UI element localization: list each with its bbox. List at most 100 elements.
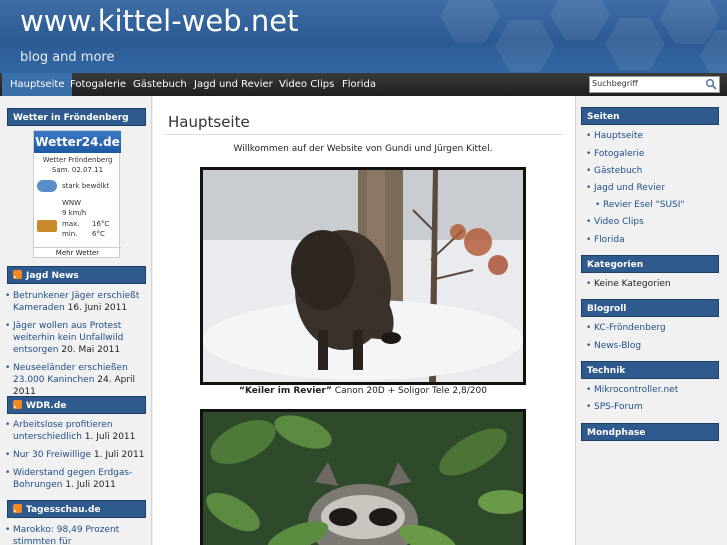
search-icon[interactable]	[705, 78, 717, 90]
weather-min-value: 6°C	[92, 230, 105, 238]
sidebar-link[interactable]: Video Clips	[594, 217, 644, 227]
page-title: Hauptseite	[168, 113, 250, 131]
site-tagline: blog and more	[20, 50, 115, 65]
right-sidebar	[575, 96, 727, 545]
blogroll-link[interactable]: KC-Fröndenberg	[594, 323, 666, 333]
list-item: • News-Blog	[586, 340, 641, 352]
sidebar-link[interactable]: Hauptseite	[594, 131, 643, 141]
cloud-icon	[37, 180, 57, 192]
bullet: •	[5, 363, 11, 373]
sidebar-item-gaestebuch: • Gästebuch	[586, 165, 642, 177]
sidebar-link[interactable]: Fotogalerie	[594, 149, 644, 159]
list-item: • Keine Kategorien	[586, 278, 671, 290]
nav-item-gaestebuch[interactable]: Gästebuch	[125, 73, 195, 96]
news-date: 1. Juli 2011	[84, 432, 136, 442]
list-item: • SPS-Forum	[586, 401, 643, 413]
sidebar-item-fotogalerie: • Fotogalerie	[586, 148, 644, 160]
news-link[interactable]: Nur 30 Freiwillige	[13, 450, 91, 460]
tagesschau-title-text: Tagesschau.de	[26, 505, 101, 515]
weather-wind: WNW	[62, 199, 82, 207]
sidebar-item-florida: • Florida	[586, 234, 625, 246]
list-item: •Marokko: 98,49 Prozent stimmten für Ver…	[5, 524, 145, 545]
blogroll-link[interactable]: News-Blog	[594, 341, 641, 351]
news-date: 1. Juli 2011	[65, 480, 116, 490]
news-date: 16. Juni 2011	[67, 303, 128, 313]
bullet: •	[586, 131, 592, 141]
nav-item-jagd-und-revier[interactable]: Jagd und Revier	[186, 73, 281, 96]
weather-wind-speed: 9 km/h	[62, 209, 87, 217]
sidebar-link[interactable]: Gästebuch	[594, 166, 642, 176]
rss-icon[interactable]	[13, 504, 22, 513]
blogroll-title: Blogroll	[581, 299, 719, 317]
bullet: •	[5, 468, 11, 478]
technik-title: Technik	[581, 361, 719, 379]
photo-raccoon-image	[203, 412, 523, 545]
bullet: •	[586, 385, 592, 395]
weather-box-title: Wetter in Fröndenberg	[7, 108, 146, 126]
bullet: •	[5, 321, 11, 331]
bullet: •	[586, 279, 592, 289]
weather-place: Wetter Fröndenberg	[42, 156, 113, 164]
photo-keiler[interactable]	[200, 167, 526, 385]
sidebar-item-revier-esel: • Revier Esel "SUSI"	[595, 199, 685, 211]
header-decoration	[440, 0, 500, 42]
bullet: •	[586, 166, 592, 176]
title-divider	[163, 134, 563, 135]
technik-link[interactable]: SPS-Forum	[594, 402, 643, 412]
photo-raccoon[interactable]	[200, 409, 526, 545]
header-decoration	[495, 20, 555, 72]
photo-keiler-image	[203, 170, 523, 382]
tagesschau-title: Tagesschau.de	[7, 500, 146, 518]
bullet: •	[5, 291, 11, 301]
weather-brand[interactable]: Wetter24.de	[34, 131, 121, 153]
list-item: • Nur 30 Freiwillige 1. Juli 2011	[5, 449, 145, 461]
weather-min-label: min.	[62, 230, 78, 238]
bullet: •	[586, 235, 592, 245]
site-title[interactable]: www.kittel-web.net	[20, 4, 298, 38]
jagd-news-title-text: Jagd News	[26, 271, 79, 281]
list-item: • Betrunkener Jäger erschießt Kameraden 1…	[5, 290, 145, 314]
list-item: • Mikrocontroller.net	[586, 384, 678, 396]
list-item: • Arbeitslose profitieren unterschiedlich…	[5, 419, 145, 443]
bullet: •	[586, 183, 592, 193]
site-header: www.kittel-web.net blog and more	[0, 0, 727, 73]
thermometer-icon	[37, 220, 57, 232]
seiten-title: Seiten	[581, 107, 719, 125]
technik-link[interactable]: Mikrocontroller.net	[594, 385, 678, 395]
search-value: Suchbegriff	[592, 79, 638, 88]
nav-item-florida[interactable]: Florida	[334, 73, 384, 96]
news-link[interactable]: Marokko: 98,49 Prozent stimmten für Verf…	[13, 525, 119, 545]
bullet: •	[586, 149, 592, 159]
nav-item-fotogalerie[interactable]: Fotogalerie	[62, 73, 134, 96]
caption-title: “Keiler im Revier”	[239, 386, 332, 396]
bullet: •	[586, 402, 592, 412]
rss-icon[interactable]	[13, 270, 22, 279]
weather-max-label: max.	[62, 220, 80, 228]
sidebar-link[interactable]: Jagd und Revier	[594, 183, 665, 193]
welcome-text: Willkommen auf der Website von Gundi und…	[233, 144, 493, 154]
sidebar-item-jagd-und-revier: • Jagd und Revier	[586, 182, 665, 194]
sidebar-item-video-clips: • Video Clips	[586, 216, 644, 228]
kategorien-title: Kategorien	[581, 255, 719, 273]
bullet: •	[5, 450, 11, 460]
bullet: •	[586, 217, 592, 227]
news-date: 1. Juli 2011	[93, 450, 145, 460]
sidebar-link[interactable]: Revier Esel "SUSI"	[603, 200, 685, 210]
list-item: • Neuseeländer erschießen 23.000 Kaninche…	[5, 362, 145, 398]
bullet: •	[586, 323, 592, 333]
sidebar-link[interactable]: Florida	[594, 235, 625, 245]
weather-widget[interactable]: Wetter24.de Wetter Fröndenberg Sam. 02.0…	[33, 130, 121, 258]
news-date: 20. Mai 2011	[61, 345, 121, 355]
rss-icon[interactable]	[13, 400, 22, 409]
nav-item-video-clips[interactable]: Video Clips	[271, 73, 342, 96]
sidebar-item-hauptseite: • Hauptseite	[586, 130, 643, 142]
weather-more-link[interactable]: Mehr Wetter	[34, 247, 121, 257]
weather-box-title-text: Wetter in Fröndenberg	[13, 113, 129, 123]
kategorien-empty: Keine Kategorien	[594, 279, 671, 289]
wdr-title-text: WDR.de	[26, 401, 67, 411]
header-decoration	[550, 0, 610, 40]
weather-condition: stark bewölkt	[62, 182, 110, 190]
search-input[interactable]: Suchbegriff	[589, 76, 720, 93]
list-item: • Jäger wollen aus Protest weiterhin kein…	[5, 320, 145, 356]
list-item: • Widerstand gegen Erdgas-Bohrungen 1. Ju…	[5, 467, 145, 491]
